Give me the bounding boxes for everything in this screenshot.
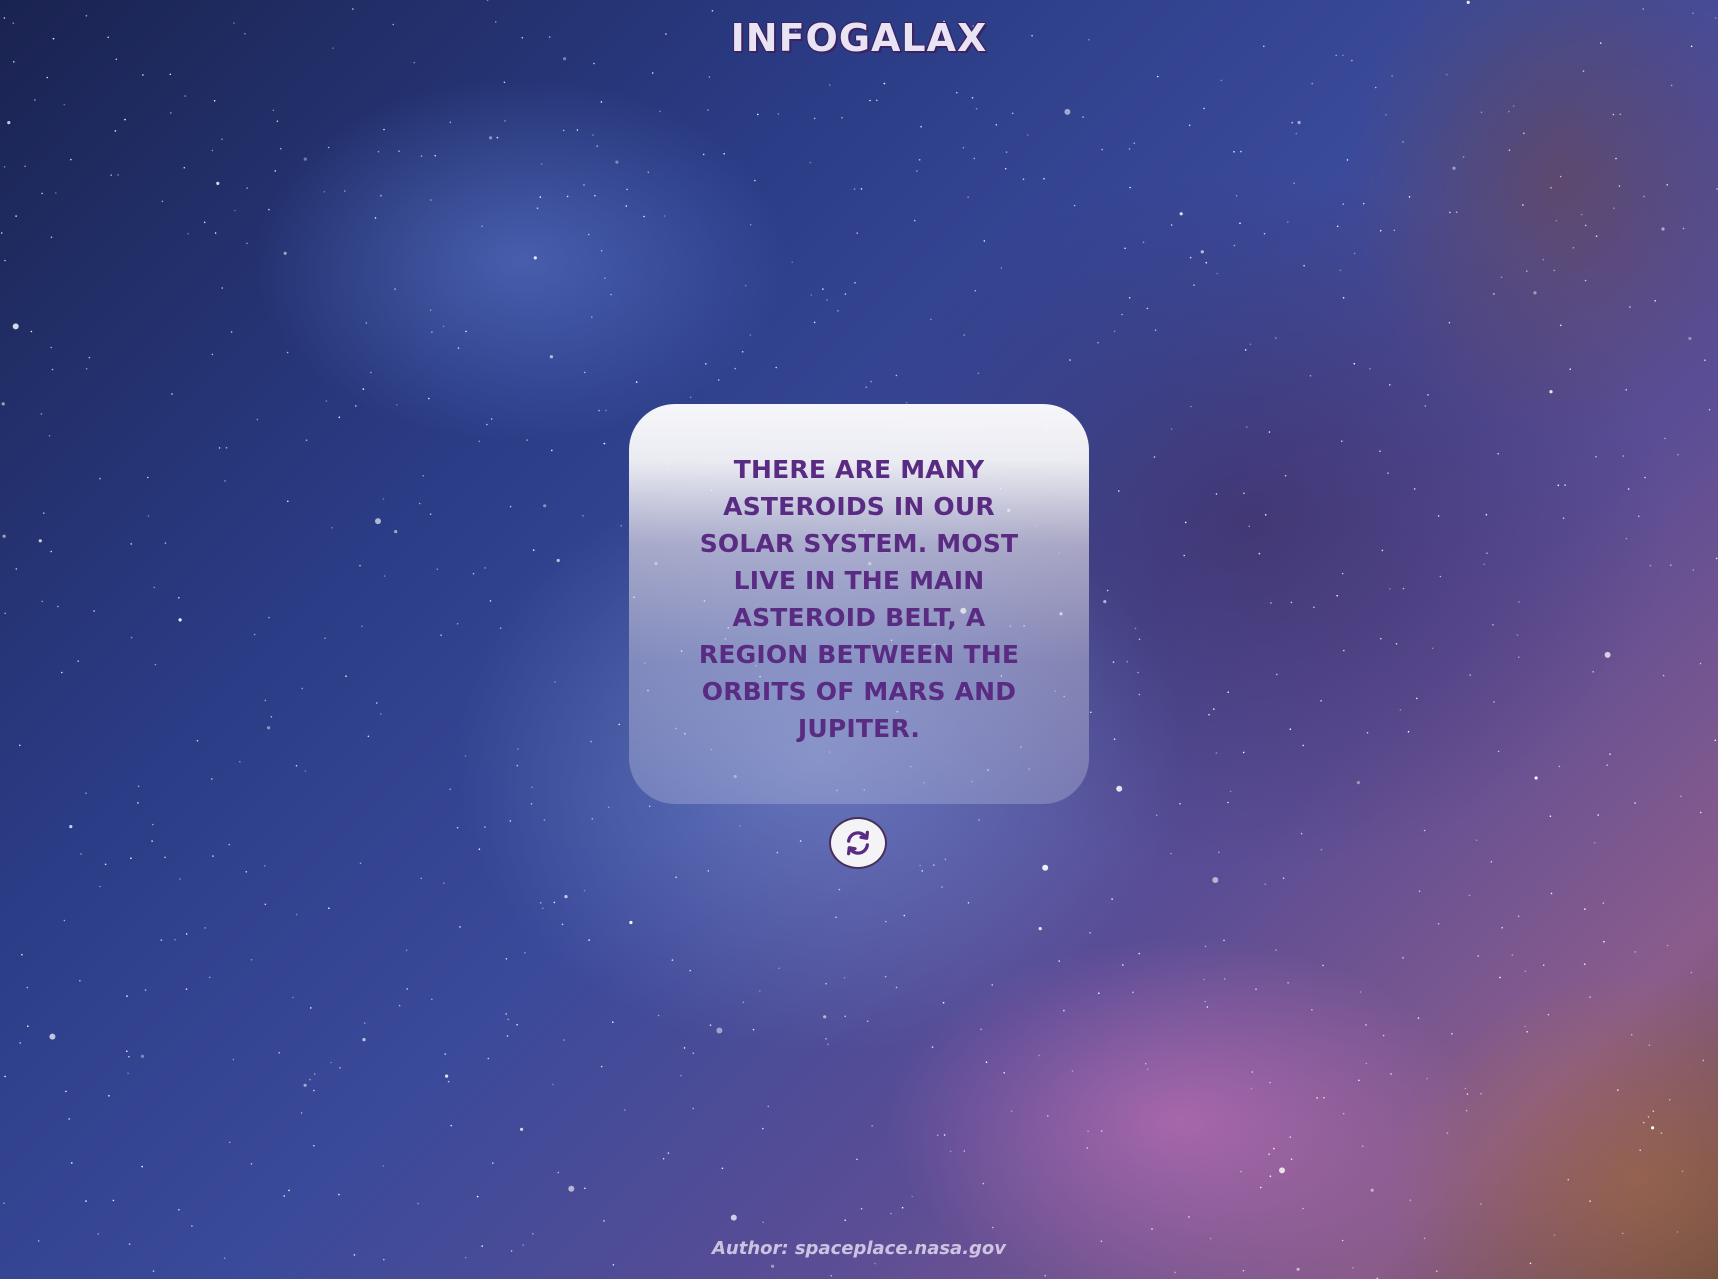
- refresh-button[interactable]: [829, 817, 887, 869]
- author-credit: Author: spaceplace.nasa.gov: [711, 1238, 1007, 1259]
- refresh-icon: [847, 830, 869, 856]
- app-title: INFOGALAX: [730, 16, 988, 60]
- fact-text: There are many asteroids in our solar sy…: [698, 455, 1020, 743]
- fact-card: There are many asteroids in our solar sy…: [629, 404, 1089, 804]
